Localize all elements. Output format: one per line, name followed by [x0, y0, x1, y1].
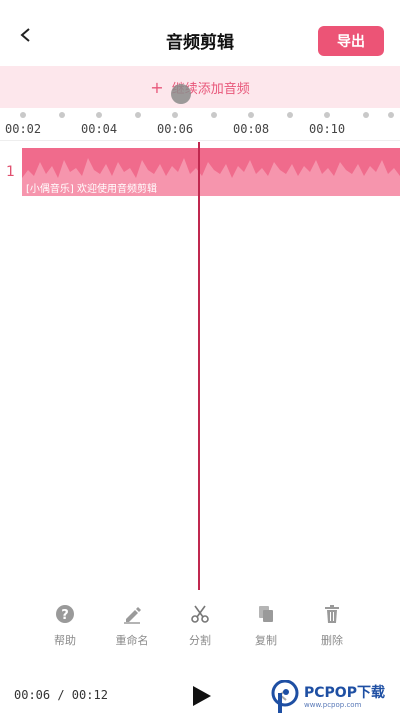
- delete-button[interactable]: 删除: [302, 604, 362, 648]
- track-number: 1: [6, 164, 15, 180]
- ruler-tick: [248, 112, 254, 118]
- delete-label: 删除: [321, 634, 343, 647]
- clip-label: [小偶音乐] 欢迎使用音频剪辑: [26, 184, 157, 195]
- touch-indicator: [171, 84, 191, 104]
- add-audio-bar[interactable]: + 继续添加音频: [0, 66, 400, 108]
- trash-icon: [325, 605, 339, 623]
- ruler-tick: [20, 112, 26, 118]
- ruler-label: 00:08: [233, 122, 270, 136]
- watermark: PCPOP下载 www.pcpop.com: [270, 678, 394, 716]
- time-readout: 00:06 / 00:12: [14, 688, 108, 702]
- time-ruler[interactable]: 00:02 00:04 00:06 00:08 00:10: [0, 108, 400, 144]
- watermark-url: www.pcpop.com: [304, 701, 362, 709]
- help-button[interactable]: ? 帮助: [35, 604, 95, 648]
- ruler-tick: [96, 112, 102, 118]
- help-icon: ?: [56, 605, 74, 623]
- pencil-icon: [124, 607, 141, 624]
- watermark-brand: PCPOP下载: [304, 685, 385, 701]
- ruler-baseline: [0, 140, 400, 141]
- export-button[interactable]: 导出: [318, 26, 384, 56]
- playhead[interactable]: [198, 142, 200, 590]
- copy-label: 复制: [255, 634, 277, 647]
- scissors-icon: [191, 605, 209, 623]
- ruler-tick: [324, 112, 330, 118]
- ruler-label: 00:10: [309, 122, 346, 136]
- split-label: 分割: [189, 634, 211, 647]
- svg-text:?: ?: [61, 608, 69, 623]
- copy-button[interactable]: 复制: [236, 604, 296, 648]
- plus-icon: +: [150, 78, 164, 97]
- ruler-label: 00:06: [157, 122, 194, 136]
- rename-label: 重命名: [115, 634, 149, 647]
- ruler-tick: [388, 112, 394, 118]
- ruler-tick: [363, 112, 369, 118]
- tool-bar: ? 帮助 重命名 分割 复制 删除: [0, 604, 400, 650]
- add-audio-content: + 继续添加音频: [0, 78, 400, 97]
- playback-bar: 00:06 / 00:12 PCPOP下载 www.pcpop.com: [0, 674, 400, 720]
- help-label: 帮助: [54, 634, 76, 647]
- header: 音频剪辑 导出: [0, 0, 400, 64]
- ruler-tick: [287, 112, 293, 118]
- ruler-tick: [211, 112, 217, 118]
- ruler-tick: [172, 112, 178, 118]
- copy-icon: [259, 606, 273, 622]
- ruler-tick: [59, 112, 65, 118]
- ruler-label: 00:04: [81, 122, 118, 136]
- ruler-tick: [135, 112, 141, 118]
- rename-button[interactable]: 重命名: [102, 604, 162, 648]
- pcpop-logo-icon: [271, 680, 299, 713]
- play-icon[interactable]: [189, 684, 213, 708]
- ruler-label: 00:02: [5, 122, 42, 136]
- audio-clip[interactable]: [小偶音乐] 欢迎使用音频剪辑: [22, 148, 400, 196]
- split-button[interactable]: 分割: [170, 604, 230, 648]
